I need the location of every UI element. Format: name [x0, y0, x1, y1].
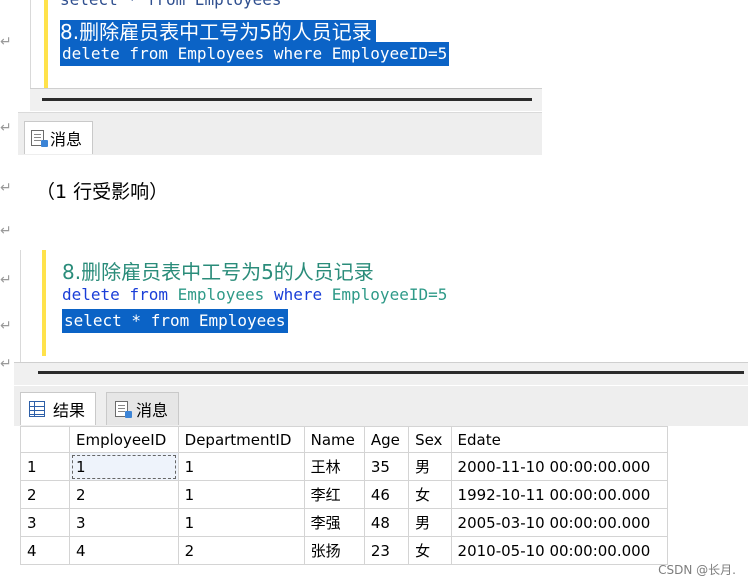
row-number[interactable]: 1	[20, 452, 70, 481]
grid-cell[interactable]: 1	[69, 452, 179, 481]
paragraph-mark-icon: ↵	[0, 180, 12, 196]
top-tab-messages-label: 消息	[50, 130, 83, 149]
column-header[interactable]: Name	[303, 426, 365, 453]
tab-results[interactable]: 结果	[20, 392, 97, 425]
grid-cell[interactable]: 2000-11-10 00:00:00.000	[450, 452, 669, 481]
column-header[interactable]: Sex	[408, 426, 452, 453]
grid-cell[interactable]: 女	[408, 536, 452, 565]
grid-cell[interactable]: 李红	[303, 480, 365, 509]
grid-cell[interactable]: 1	[177, 480, 305, 509]
column-header[interactable]: EmployeeID	[69, 426, 179, 453]
top-comment-text: 8.删除雇员表中工号为5的人员记录	[60, 20, 376, 44]
column-header[interactable]: Edate	[450, 426, 669, 453]
grid-cell[interactable]: 女	[408, 480, 452, 509]
keyword-where: where	[273, 285, 323, 304]
select-statement: select * from Employees	[62, 309, 288, 333]
horizontal-scrollbar[interactable]	[14, 362, 748, 385]
grid-cell[interactable]: 1	[177, 452, 305, 481]
paragraph-mark-icon: ↵	[0, 272, 12, 288]
grid-cell[interactable]: 46	[363, 480, 410, 509]
results-grid[interactable]: EmployeeID DepartmentID Name Age Sex Eda…	[20, 426, 669, 565]
top-horizontal-scrollbar[interactable]	[30, 88, 542, 111]
table-row[interactable]: 4 4 2 张扬 23 女 2010-05-10 00:00:00.000	[20, 536, 669, 565]
column-header[interactable]: Age	[363, 426, 410, 453]
top-change-margin	[44, 0, 48, 88]
top-delete-line: delete from Employees where EmployeeID=5	[60, 42, 450, 66]
grid-cell[interactable]: 2	[69, 480, 179, 509]
grid-cell[interactable]: 2005-03-10 00:00:00.000	[450, 508, 669, 537]
top-results-tabstrip: 消息	[18, 112, 542, 155]
row-number[interactable]: 2	[20, 480, 70, 509]
paragraph-mark-icon: ↵	[0, 318, 12, 334]
grid-cell[interactable]: 2	[177, 536, 305, 565]
rows-affected-message: （1 行受影响）	[36, 181, 169, 203]
where-condition: EmployeeID=5	[331, 285, 448, 304]
keyword-from: from	[129, 285, 168, 304]
row-number[interactable]: 4	[20, 536, 70, 565]
grid-cell[interactable]: 男	[408, 508, 452, 537]
top-scrollbar-thumb[interactable]	[42, 98, 532, 101]
grid-icon	[29, 401, 45, 417]
top-messages-pane: （1 行受影响）	[18, 155, 542, 222]
paragraph-mark-icon: ↵	[0, 223, 12, 239]
grid-cell[interactable]: 李强	[303, 508, 365, 537]
grid-cell[interactable]: 男	[408, 452, 452, 481]
grid-cell[interactable]: 王林	[303, 452, 365, 481]
message-icon	[115, 401, 132, 418]
watermark: CSDN @长月.	[658, 563, 736, 577]
grid-cell[interactable]: 3	[69, 508, 179, 537]
grid-cell[interactable]: 2010-05-10 00:00:00.000	[450, 536, 669, 565]
grid-cell[interactable]: 48	[363, 508, 410, 537]
message-icon	[31, 130, 48, 147]
tab-results-label: 结果	[53, 401, 86, 420]
grid-cell[interactable]: 35	[363, 452, 410, 481]
top-previous-code-line: select * from Employees	[60, 0, 282, 9]
paragraph-mark-icon: ↵	[0, 34, 12, 50]
grid-cell[interactable]: 4	[69, 536, 179, 565]
table-row[interactable]: 1 1 1 王林 35 男 2000-11-10 00:00:00.000	[20, 452, 669, 481]
delete-statement: delete from Employees where EmployeeID=5	[62, 285, 447, 304]
table-name: Employees	[177, 285, 265, 304]
tab-messages[interactable]: 消息	[106, 392, 180, 425]
table-row[interactable]: 3 3 1 李强 48 男 2005-03-10 00:00:00.000	[20, 508, 669, 537]
grid-cell[interactable]: 23	[363, 536, 410, 565]
table-row[interactable]: 2 2 1 李红 46 女 1992-10-11 00:00:00.000	[20, 480, 669, 509]
grid-header-row: EmployeeID DepartmentID Name Age Sex Eda…	[20, 426, 669, 453]
change-margin	[42, 250, 46, 356]
paragraph-mark-icon: ↵	[0, 120, 12, 136]
column-header[interactable]: DepartmentID	[177, 426, 305, 453]
keyword-delete: delete	[62, 285, 120, 304]
grid-cell[interactable]: 1992-10-11 00:00:00.000	[450, 480, 669, 509]
scrollbar-thumb[interactable]	[38, 371, 744, 374]
row-number[interactable]: 3	[20, 508, 70, 537]
row-number-header[interactable]	[20, 426, 70, 453]
tab-messages-label: 消息	[136, 401, 169, 420]
grid-cell[interactable]: 张扬	[303, 536, 365, 565]
top-tab-messages[interactable]: 消息	[24, 121, 94, 154]
results-tabstrip: 结果 消息	[14, 386, 748, 426]
comment-line: 8.删除雇员表中工号为5的人员记录	[62, 260, 374, 284]
top-comment-line: 8.删除雇员表中工号为5的人员记录	[60, 16, 376, 44]
grid-cell[interactable]: 1	[177, 508, 305, 537]
